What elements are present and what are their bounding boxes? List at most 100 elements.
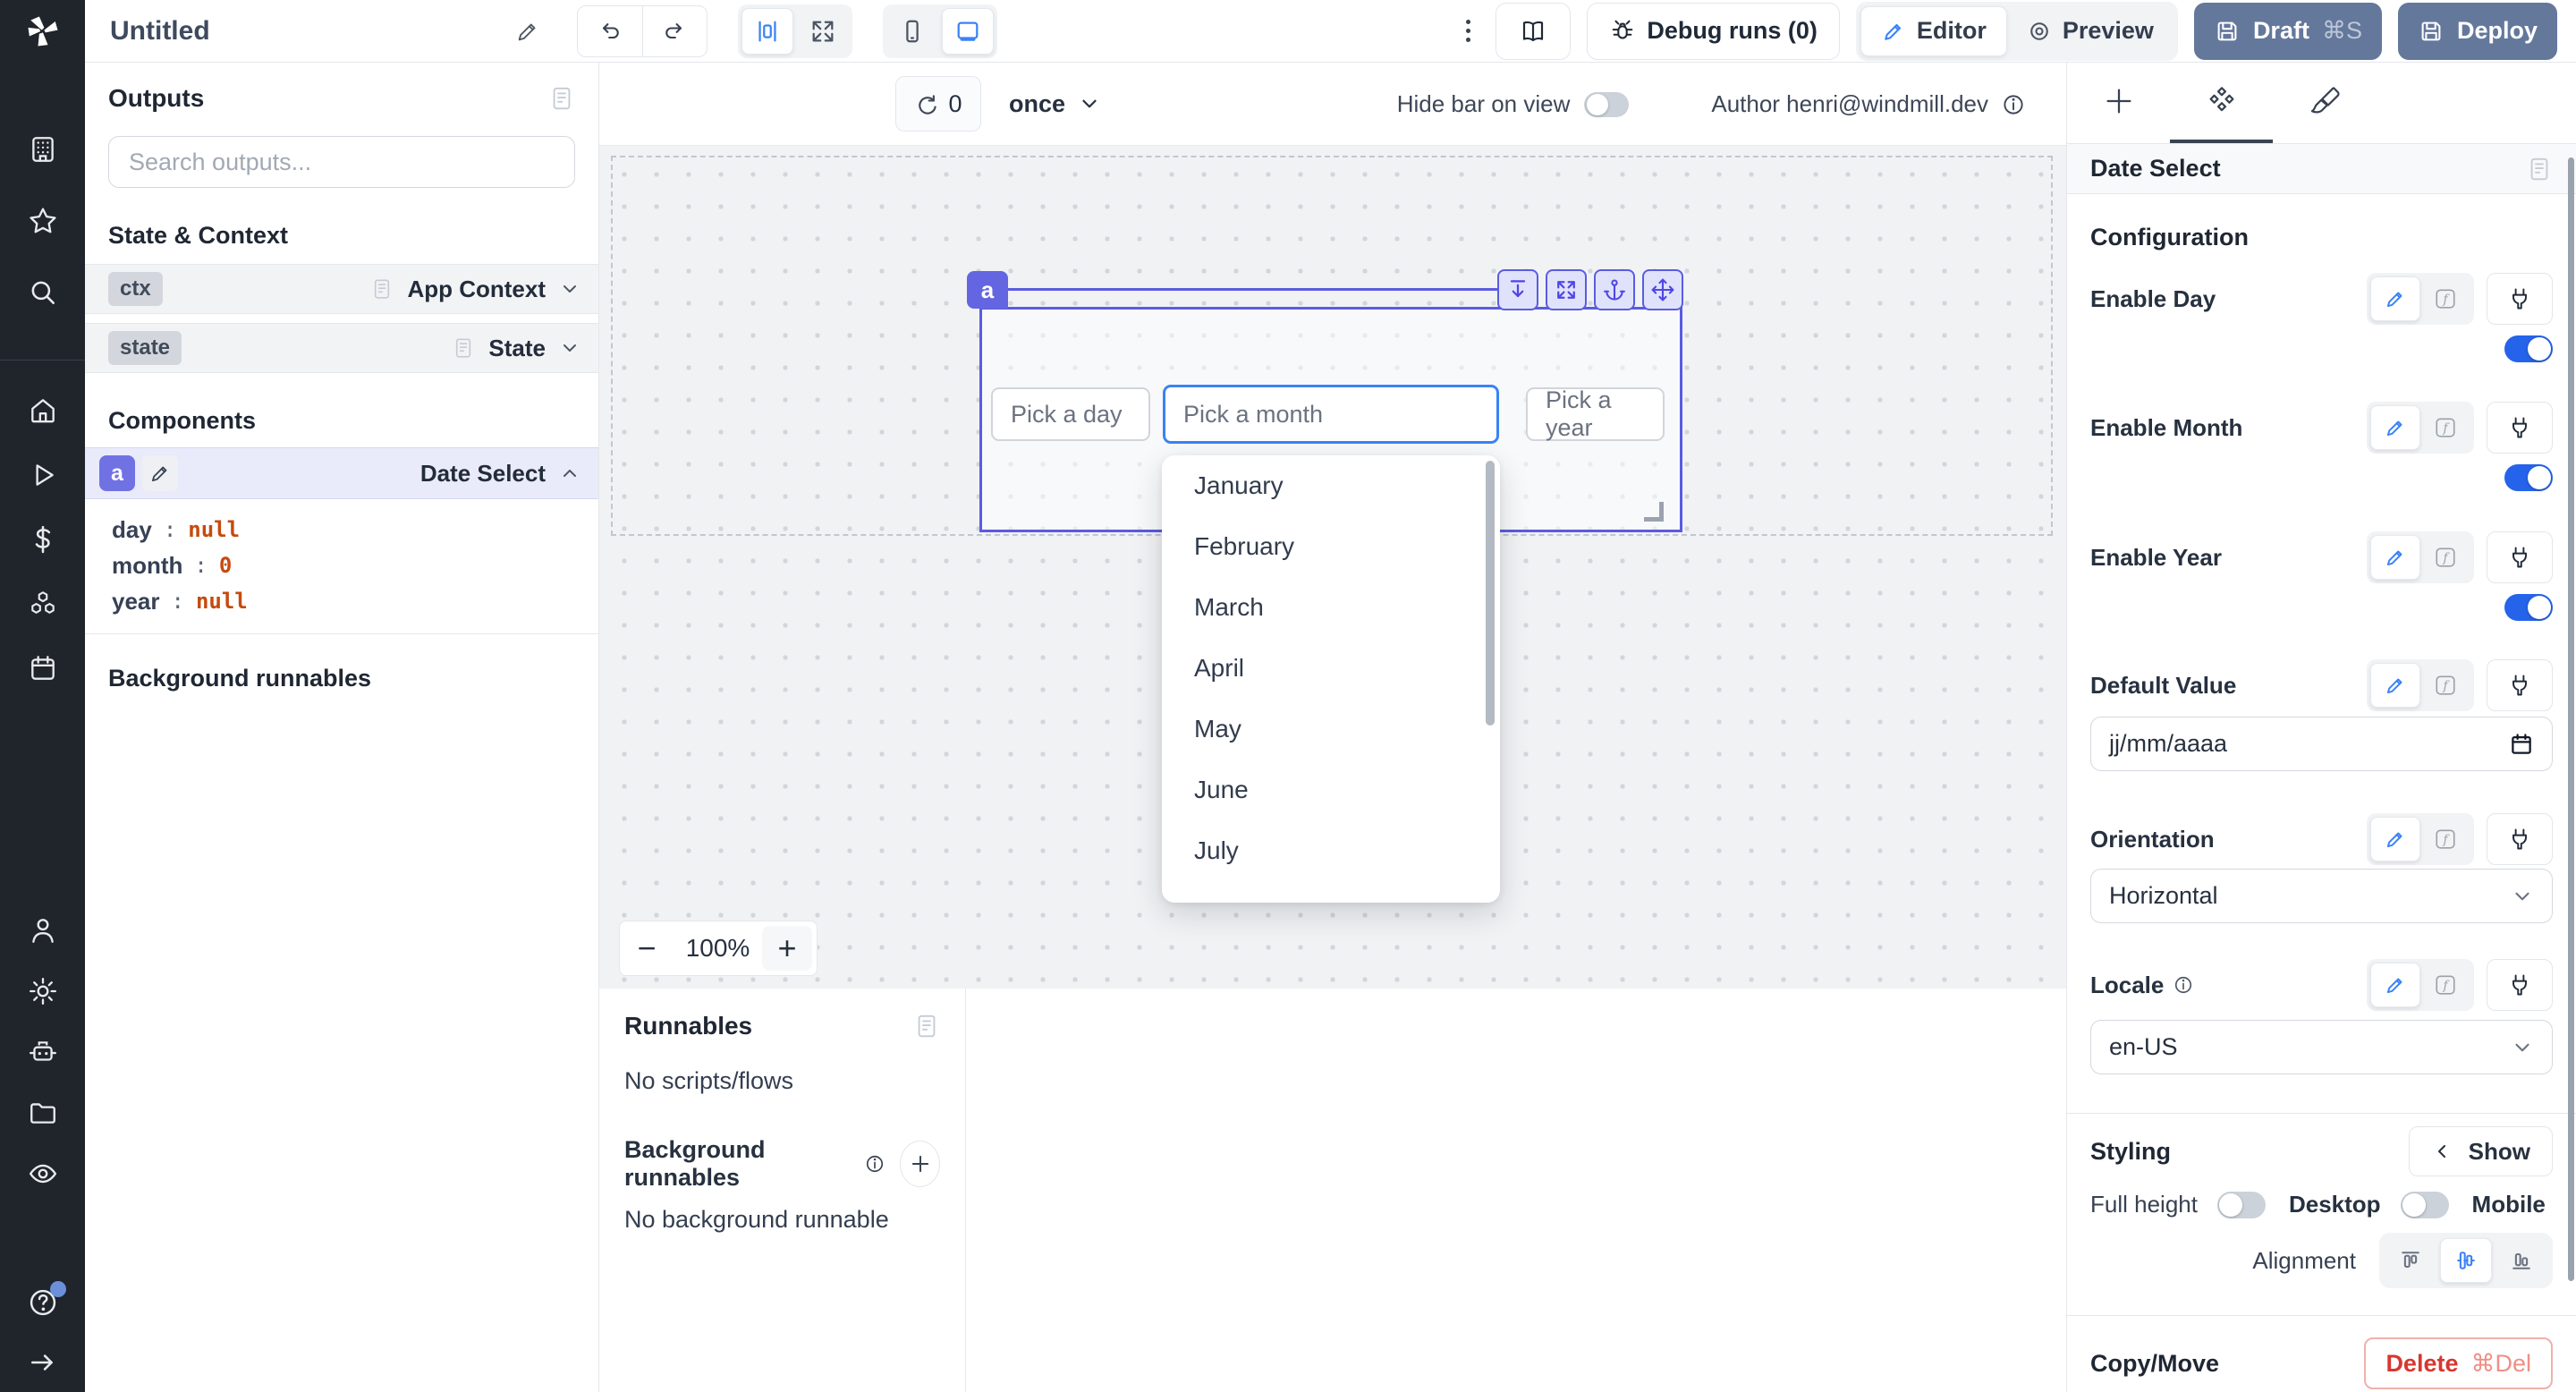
- collapse-arrow-icon[interactable]: [28, 1347, 58, 1378]
- workspace-building-icon[interactable]: [28, 134, 58, 165]
- year-picker-input[interactable]: Pick a year: [1526, 387, 1665, 441]
- eval-input-button[interactable]: f: [2420, 535, 2470, 580]
- month-option[interactable]: August: [1162, 881, 1500, 903]
- docs-button[interactable]: [1496, 3, 1571, 60]
- enable-day-toggle[interactable]: [2504, 335, 2553, 362]
- static-input-button[interactable]: [2370, 963, 2420, 1007]
- connect-input-button[interactable]: [2487, 659, 2553, 711]
- info-icon[interactable]: [2173, 974, 2194, 996]
- connect-input-button[interactable]: [2487, 402, 2553, 454]
- add-background-runnable-button[interactable]: [900, 1141, 940, 1187]
- enable-year-toggle[interactable]: [2504, 594, 2553, 621]
- resize-handle[interactable]: [1644, 502, 1664, 522]
- component-a-row[interactable]: a Date Select: [85, 447, 598, 499]
- static-input-button[interactable]: [2370, 817, 2420, 862]
- outputs-search[interactable]: [108, 136, 575, 188]
- static-input-button[interactable]: [2370, 663, 2420, 708]
- hide-bar-toggle[interactable]: [1584, 92, 1629, 117]
- insert-component-tab[interactable]: [2067, 63, 2170, 143]
- fullscreen-layout-button[interactable]: [797, 8, 849, 55]
- month-option[interactable]: April: [1162, 638, 1500, 699]
- users-person-icon[interactable]: [28, 915, 58, 946]
- outputs-doc-icon[interactable]: [548, 85, 575, 112]
- styling-tab[interactable]: [2273, 63, 2376, 143]
- info-icon[interactable]: [2001, 92, 2026, 117]
- static-input-button[interactable]: [2370, 405, 2420, 450]
- app-canvas[interactable]: a Pick a day Pick a month Pick a year Ja…: [599, 146, 2066, 989]
- align-top-button[interactable]: [2385, 1238, 2436, 1283]
- month-picker-input[interactable]: Pick a month: [1163, 385, 1499, 444]
- full-height-toggle[interactable]: [2217, 1192, 2266, 1218]
- ctx-row[interactable]: ctx App Context: [85, 264, 598, 314]
- edit-title-icon[interactable]: [514, 18, 541, 45]
- month-option[interactable]: July: [1162, 820, 1500, 881]
- month-option[interactable]: June: [1162, 760, 1500, 820]
- zoom-out-button[interactable]: −: [620, 921, 674, 975]
- home-icon[interactable]: [28, 395, 58, 426]
- static-input-button[interactable]: [2370, 276, 2420, 321]
- run-mode-dropdown[interactable]: once: [1009, 76, 1101, 132]
- day-picker-input[interactable]: Pick a day: [991, 387, 1150, 441]
- month-option[interactable]: May: [1162, 699, 1500, 760]
- center-layout-button[interactable]: [741, 8, 793, 55]
- runnables-doc-icon[interactable]: [913, 1013, 940, 1040]
- connect-input-button[interactable]: [2487, 531, 2553, 583]
- runs-play-icon[interactable]: [28, 460, 58, 490]
- desktop-view-button[interactable]: [942, 8, 994, 55]
- component-settings-tab[interactable]: [2170, 63, 2273, 143]
- refresh-count-button[interactable]: 0: [895, 76, 981, 132]
- resources-cubes-icon[interactable]: [28, 589, 58, 619]
- month-option[interactable]: March: [1162, 577, 1500, 638]
- debug-runs-button[interactable]: Debug runs (0): [1587, 3, 1840, 60]
- favorites-star-icon[interactable]: [28, 206, 58, 236]
- editor-tab[interactable]: Editor: [1860, 6, 2007, 56]
- component-doc-icon[interactable]: [2526, 156, 2553, 182]
- more-menu-button[interactable]: [1457, 20, 1479, 42]
- anchor-handle[interactable]: [1594, 269, 1635, 310]
- connect-input-button[interactable]: [2487, 959, 2553, 1011]
- workers-robot-icon[interactable]: [28, 1037, 58, 1067]
- zoom-in-button[interactable]: +: [762, 926, 812, 971]
- chevron-down-icon[interactable]: [559, 337, 580, 359]
- calendar-icon[interactable]: [2509, 732, 2534, 757]
- show-styling-button[interactable]: Show: [2409, 1126, 2553, 1176]
- outputs-search-input[interactable]: [129, 149, 555, 176]
- folders-icon[interactable]: [28, 1098, 58, 1128]
- enable-month-toggle[interactable]: [2504, 464, 2553, 491]
- align-bottom-button[interactable]: [2496, 1238, 2547, 1283]
- eval-input-button[interactable]: f: [2420, 963, 2470, 1007]
- rename-component-icon[interactable]: [142, 455, 178, 491]
- chevron-up-icon[interactable]: [559, 463, 580, 484]
- connect-input-button[interactable]: [2487, 273, 2553, 325]
- mobile-view-button[interactable]: [886, 8, 938, 55]
- undo-button[interactable]: [578, 6, 642, 56]
- schedules-calendar-icon[interactable]: [28, 653, 58, 683]
- settings-gear-icon[interactable]: [28, 976, 58, 1006]
- draft-button[interactable]: Draft ⌘S: [2194, 3, 2382, 60]
- preview-tab[interactable]: Preview: [2007, 6, 2174, 56]
- locale-select[interactable]: en-US: [2090, 1020, 2553, 1074]
- month-option[interactable]: February: [1162, 516, 1500, 577]
- delete-component-button[interactable]: Delete ⌘Del: [2364, 1337, 2553, 1389]
- connect-input-button[interactable]: [2487, 813, 2553, 865]
- redo-button[interactable]: [642, 6, 707, 56]
- static-input-button[interactable]: [2370, 535, 2420, 580]
- windmill-logo[interactable]: [0, 0, 85, 63]
- orientation-select[interactable]: Horizontal: [2090, 869, 2553, 923]
- month-option[interactable]: January: [1162, 455, 1500, 516]
- align-center-button[interactable]: [2440, 1238, 2492, 1283]
- eval-input-button[interactable]: f: [2420, 663, 2470, 708]
- chevron-down-icon[interactable]: [559, 278, 580, 300]
- state-row[interactable]: state State: [85, 323, 598, 373]
- expand-handle[interactable]: [1546, 269, 1587, 310]
- variables-dollar-icon[interactable]: [28, 524, 58, 555]
- search-icon[interactable]: [28, 277, 58, 308]
- dropdown-scrollbar[interactable]: [1486, 461, 1495, 726]
- info-icon[interactable]: [864, 1151, 886, 1176]
- desktop-toggle[interactable]: [2401, 1192, 2449, 1218]
- deploy-button[interactable]: Deploy: [2398, 3, 2557, 60]
- move-handle[interactable]: [1642, 269, 1683, 310]
- auto-height-handle[interactable]: [1497, 269, 1538, 310]
- default-value-date-input[interactable]: jj/mm/aaaa: [2090, 717, 2553, 771]
- panel-scrollbar[interactable]: [2568, 157, 2574, 1281]
